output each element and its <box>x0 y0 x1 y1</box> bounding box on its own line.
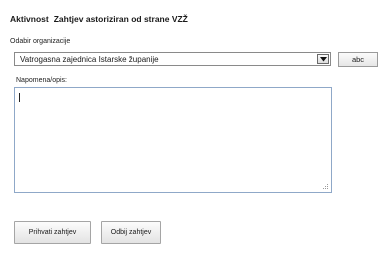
accept-request-button[interactable]: Prihvati zahtjev <box>14 221 91 244</box>
note-label: Napomena/opis: <box>16 77 67 84</box>
abc-button[interactable]: abc <box>338 52 378 67</box>
resize-grip-icon[interactable] <box>322 183 329 190</box>
activity-label: Aktivnost <box>10 14 49 24</box>
activity-heading: Aktivnost Zahtjev astoriziran od strane V… <box>10 14 188 24</box>
dropdown-button[interactable] <box>317 54 329 64</box>
organization-select[interactable]: Vatrogasna zajednica Istarske županije <box>14 52 331 66</box>
note-textarea[interactable] <box>14 87 332 193</box>
text-caret <box>19 93 20 102</box>
activity-value: Zahtjev astoriziran od strane VZŽ <box>53 14 188 24</box>
organization-label: Odabir organizacije <box>10 38 71 45</box>
chevron-down-icon <box>320 57 327 62</box>
organization-selected-value: Vatrogasna zajednica Istarske županije <box>20 55 159 64</box>
reject-request-button[interactable]: Odbij zahtjev <box>101 221 161 244</box>
